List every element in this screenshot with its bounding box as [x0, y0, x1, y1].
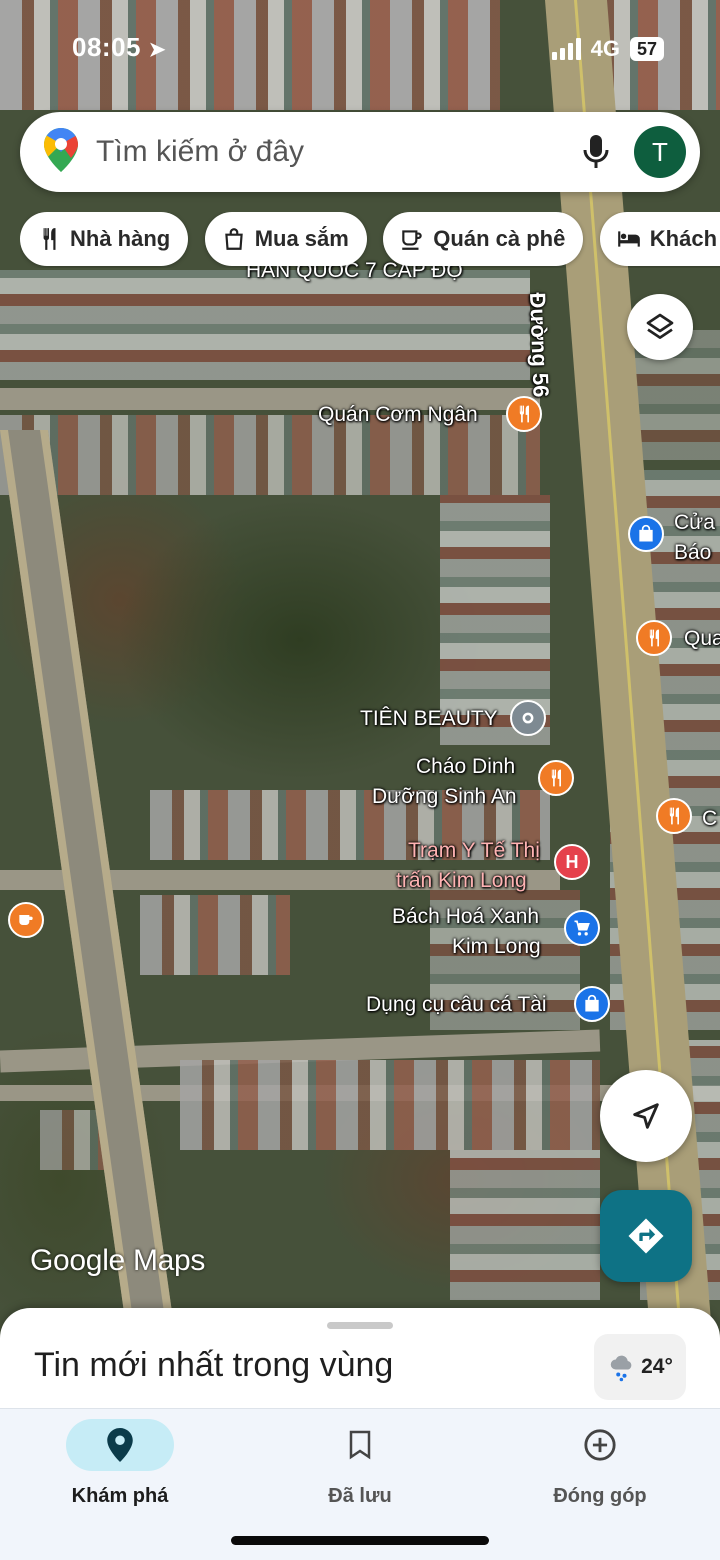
avatar[interactable]: T: [634, 126, 686, 178]
tab-explore[interactable]: Khám phá: [20, 1419, 220, 1519]
temperature: 24°: [641, 1355, 673, 1378]
home-indicator: [231, 1536, 489, 1545]
road-name-label: Đường 56: [525, 292, 554, 398]
place-label[interactable]: Cửa: [674, 508, 715, 538]
place-pin-icon[interactable]: [510, 700, 546, 736]
google-maps-logo-icon: [44, 127, 78, 177]
chip-coffee[interactable]: Quán cà phê: [383, 212, 584, 266]
search-bar[interactable]: Tìm kiếm ở đây T: [20, 112, 700, 192]
place-label[interactable]: TIÊN BEAUTY: [360, 704, 498, 734]
place-label[interactable]: Qua: [684, 624, 720, 654]
layers-button[interactable]: [627, 294, 693, 360]
restaurant-pin-icon[interactable]: [636, 620, 672, 656]
search-input[interactable]: Tìm kiếm ở đây: [96, 135, 576, 169]
weather-badge[interactable]: 24°: [594, 1334, 686, 1400]
shopping-pin-icon[interactable]: [574, 986, 610, 1022]
map-buildings: [140, 895, 290, 975]
bookmark-icon: [306, 1419, 414, 1471]
bed-icon: [617, 231, 640, 247]
fork-knife-icon: [43, 228, 56, 250]
restaurant-pin-icon[interactable]: [656, 798, 692, 834]
status-icons: 4G 57: [551, 36, 664, 62]
place-label[interactable]: Bách Hoá Xanh: [392, 902, 539, 932]
tab-contribute[interactable]: Đóng góp: [500, 1419, 700, 1519]
chip-label: Khách sạn: [649, 226, 720, 251]
tab-label: Đóng góp: [553, 1485, 647, 1507]
google-maps-watermark: Google Maps: [30, 1244, 206, 1277]
status-time: 08:05 ➤: [72, 32, 166, 62]
chip-hotels[interactable]: Khách sạn: [599, 212, 720, 266]
battery-icon: 57: [630, 37, 664, 61]
microphone-icon[interactable]: [576, 132, 616, 172]
network-type: 4G: [590, 36, 620, 61]
navigation-arrow-icon: [633, 1103, 659, 1129]
chip-label: Mua sắm: [254, 226, 349, 251]
directions-icon: [628, 1218, 664, 1254]
status-bar: 08:05 ➤ 4G 57: [0, 0, 720, 100]
coffee-pin-icon[interactable]: [8, 902, 44, 938]
hospital-pin-icon[interactable]: H: [554, 844, 590, 880]
cart-pin-icon[interactable]: [564, 910, 600, 946]
location-pin-icon: [66, 1419, 174, 1471]
restaurant-pin-icon[interactable]: [538, 760, 574, 796]
place-label[interactable]: Báo: [674, 538, 711, 568]
chip-restaurants[interactable]: Nhà hàng: [20, 212, 189, 266]
chip-shopping[interactable]: Mua sắm: [204, 212, 367, 266]
rain-cloud-icon: [610, 1355, 632, 1382]
place-label[interactable]: Dưỡng Sinh An: [372, 782, 517, 812]
add-circle-icon: [546, 1419, 654, 1471]
place-label[interactable]: Quán Cơm Ngân: [318, 400, 478, 430]
bottom-sheet[interactable]: Tin mới nhất trong vùng 24°: [0, 1308, 720, 1418]
coffee-cup-icon: [402, 230, 423, 250]
tab-saved[interactable]: Đã lưu: [260, 1419, 460, 1519]
chip-label: Nhà hàng: [70, 226, 171, 251]
place-label[interactable]: Cháo Dinh: [416, 752, 515, 782]
sheet-drag-handle[interactable]: [327, 1322, 393, 1329]
sheet-title: Tin mới nhất trong vùng: [34, 1346, 394, 1384]
directions-button[interactable]: [600, 1190, 692, 1282]
shopping-pin-icon[interactable]: [628, 516, 664, 552]
chip-label: Quán cà phê: [433, 226, 566, 251]
cellular-signal-icon: [551, 38, 581, 60]
place-label[interactable]: Dụng cụ câu cá Tài: [366, 990, 547, 1020]
map-buildings: [180, 1060, 600, 1150]
map-buildings: [0, 270, 530, 380]
category-chips: Nhà hàng Mua sắm Quán cà phê Khách sạn: [20, 212, 720, 268]
layers-icon: [646, 313, 674, 339]
tab-label: Khám phá: [71, 1485, 169, 1507]
my-location-button[interactable]: [600, 1070, 692, 1162]
place-label[interactable]: Trạm Y Tế Thị: [408, 836, 540, 866]
map-buildings: [450, 1150, 600, 1300]
place-label[interactable]: trấn Kim Long: [396, 866, 527, 896]
tab-label: Đã lưu: [328, 1485, 392, 1507]
location-arrow-icon: ➤: [148, 39, 166, 61]
place-label[interactable]: C: [702, 804, 717, 834]
shopping-bag-icon: [224, 228, 243, 250]
place-label[interactable]: Kim Long: [452, 932, 541, 962]
restaurant-pin-icon[interactable]: [506, 396, 542, 432]
